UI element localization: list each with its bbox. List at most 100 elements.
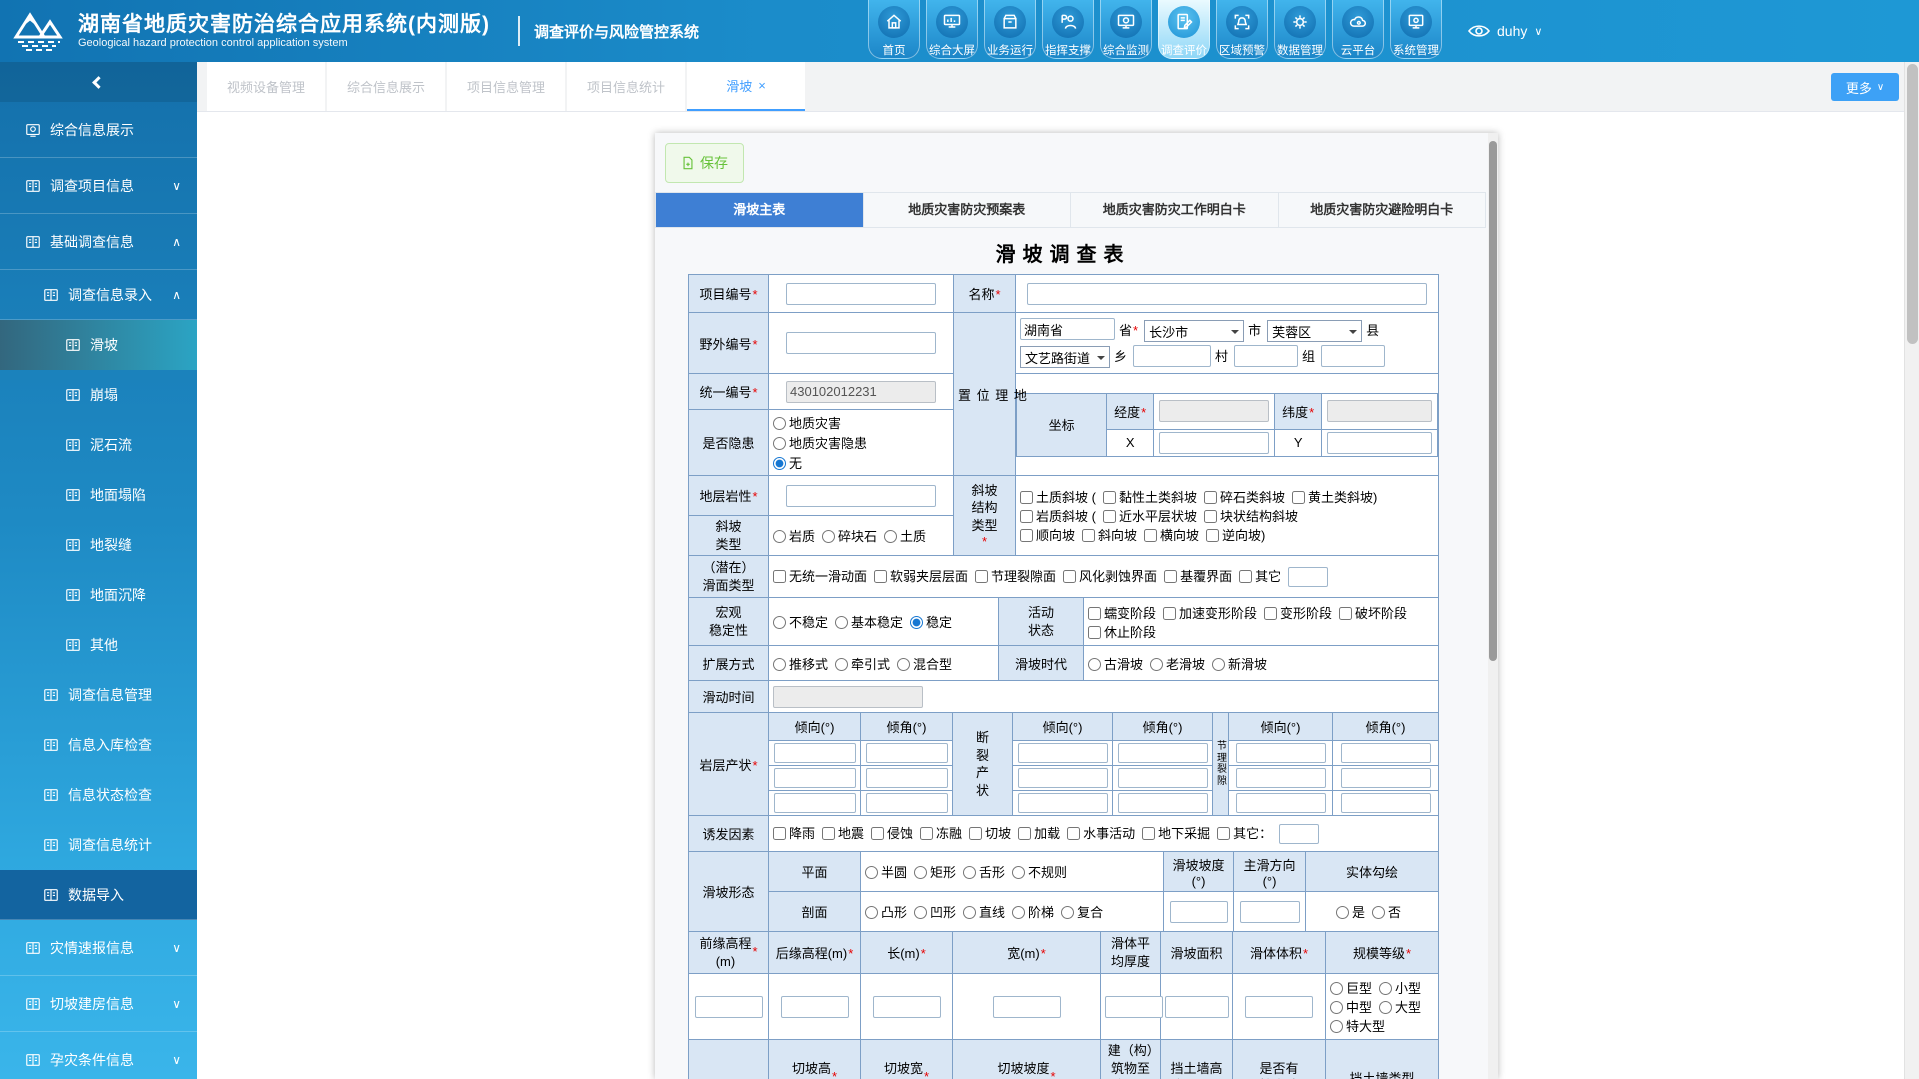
tab-info-display[interactable]: 综合信息展示 [327,62,445,111]
fault-dip-dir-input[interactable] [1018,743,1108,763]
nav-item-big-screen[interactable]: 综合大屏 [926,0,978,59]
rock-dip-dir-input[interactable] [774,768,856,788]
thickness-input[interactable] [1105,996,1163,1018]
nav-item-survey-active[interactable]: 调查评价 [1158,0,1210,59]
main-direction-input[interactable] [1240,901,1300,923]
radio-option[interactable]: 土质 [884,526,926,545]
sidebar-item-ground-fissure[interactable]: 地裂缝 [0,520,197,570]
checkbox-option[interactable]: 土质斜坡 ( [1020,487,1096,506]
sidebar-item-survey-manage[interactable]: 调查信息管理 [0,670,197,720]
checkbox-option[interactable]: 加速变形阶段 [1163,603,1257,622]
page-scrollbar[interactable] [1904,62,1919,1079]
radio-option[interactable]: 是 [1336,902,1365,921]
checkbox-option[interactable]: 水事活动 [1067,823,1135,842]
checkbox-option[interactable]: 侵蚀 [871,823,913,842]
city-select[interactable]: 长沙市 [1144,320,1244,342]
radio-option[interactable]: 基本稳定 [835,612,903,631]
sidebar-item-hazard-condition[interactable]: 孕灾条件信息 ∨ [0,1032,197,1079]
field-no-input[interactable] [786,332,936,354]
sidebar-item-basic-survey[interactable]: 基础调查信息 ∧ [0,214,197,270]
scrollbar-thumb[interactable] [1907,64,1918,344]
scrollbar-thumb[interactable] [1489,141,1497,661]
nav-item-system[interactable]: 系统管理 [1390,0,1442,59]
radio-option[interactable]: 否 [1372,902,1401,921]
radio-option[interactable]: 稳定 [910,612,952,631]
radio-option[interactable]: 特大型 [1330,1016,1385,1035]
checkbox-option[interactable]: 节理裂隙面 [975,566,1056,585]
sidebar-item-ground-collapse[interactable]: 地面塌陷 [0,470,197,520]
county-select[interactable]: 芙蓉区 [1267,320,1362,342]
checkbox-option[interactable]: 岩质斜坡 ( [1020,506,1096,525]
checkbox-option[interactable]: 其它 [1239,566,1281,585]
user-menu[interactable]: duhy ∨ [1468,0,1542,62]
radio-option[interactable]: 无 [773,453,949,472]
joint-dip-dir-input[interactable] [1236,793,1326,813]
tab-landslide-active[interactable]: 滑坡 × [687,62,805,111]
province-input[interactable] [1020,318,1115,340]
tab-project-manage[interactable]: 项目信息管理 [447,62,565,111]
nav-item-command[interactable]: 指挥支撑 [1042,0,1094,59]
slope-degree-input[interactable] [1170,901,1228,923]
radio-option[interactable]: 古滑坡 [1088,654,1143,673]
checkbox-option[interactable]: 加载 [1018,823,1060,842]
nav-item-monitor[interactable]: 综合监测 [1100,0,1152,59]
checkbox-option[interactable]: 地震 [822,823,864,842]
tab-video-device[interactable]: 视频设备管理 [207,62,325,111]
nav-item-home[interactable]: 首页 [868,0,920,59]
nav-item-cloud[interactable]: 云平台 [1332,0,1384,59]
sidebar-item-collapse-hazard[interactable]: 崩塌 [0,370,197,420]
fault-dip-dir-input[interactable] [1018,793,1108,813]
radio-option[interactable]: 地质灾害 [773,413,949,432]
radio-option[interactable]: 推移式 [773,654,828,673]
checkbox-option[interactable]: 无统一滑动面 [773,566,867,585]
radio-option[interactable]: 阶梯 [1012,902,1054,921]
fault-dip-ang-input[interactable] [1118,793,1208,813]
form-tab-main[interactable]: 滑坡主表 [655,193,864,227]
radio-option[interactable]: 舌形 [963,862,1005,881]
checkbox-option[interactable]: 其它： [1217,823,1272,842]
checkbox-option[interactable]: 蠕变阶段 [1088,603,1156,622]
form-tab-work-card[interactable]: 地质灾害防灾工作明白卡 [1071,193,1279,227]
sidebar-item-status-check[interactable]: 信息状态检查 [0,770,197,820]
joint-dip-ang-input[interactable] [1341,743,1431,763]
rock-dip-dir-input[interactable] [774,793,856,813]
checkbox-option[interactable]: 黏性土类斜坡 [1103,487,1197,506]
group2-input[interactable] [1321,345,1385,367]
volume-input[interactable] [1245,996,1313,1018]
tab-project-stats[interactable]: 项目信息统计 [567,62,685,111]
checkbox-option[interactable]: 横向坡 [1144,525,1199,544]
sidebar-item-other[interactable]: 其他 [0,620,197,670]
sidebar-collapse-button[interactable] [0,62,197,102]
checkbox-option[interactable]: 地下采掘 [1142,823,1210,842]
length-input[interactable] [873,996,941,1018]
sidebar-item-slope-housing[interactable]: 切坡建房信息 ∨ [0,976,197,1032]
checkbox-option[interactable]: 顺向坡 [1020,525,1075,544]
checkbox-option[interactable]: 斜向坡 [1082,525,1137,544]
radio-option[interactable]: 矩形 [914,862,956,881]
radio-option[interactable]: 凸形 [865,902,907,921]
sidebar-item-data-import[interactable]: 数据导入 [0,870,197,920]
checkbox-option[interactable]: 黄土类斜坡) [1292,487,1377,506]
rock-dip-ang-input[interactable] [866,768,948,788]
nav-item-region-warning[interactable]: 区域预警 [1216,0,1268,59]
rock-dip-ang-input[interactable] [866,793,948,813]
sidebar-item-project-info[interactable]: 调查项目信息 ∨ [0,158,197,214]
checkbox-option[interactable]: 逆向坡) [1206,525,1265,544]
checkbox-option[interactable]: 碎石类斜坡 [1204,487,1285,506]
checkbox-option[interactable]: 基覆界面 [1164,566,1232,585]
rock-dip-dir-input[interactable] [774,743,856,763]
radio-option[interactable]: 新滑坡 [1212,654,1267,673]
fault-dip-ang-input[interactable] [1118,743,1208,763]
radio-option[interactable]: 岩质 [773,526,815,545]
group-input[interactable] [1234,345,1298,367]
village-input[interactable] [1133,345,1211,367]
width-input[interactable] [993,996,1061,1018]
sidebar-item-subsidence[interactable]: 地面沉降 [0,570,197,620]
form-scrollbar[interactable] [1488,133,1498,1079]
close-icon[interactable]: × [758,78,766,93]
strata-input[interactable] [786,485,936,507]
radio-option[interactable]: 复合 [1061,902,1103,921]
checkbox-option[interactable]: 风化剥蚀界面 [1063,566,1157,585]
radio-option[interactable]: 牵引式 [835,654,890,673]
checkbox-option[interactable]: 软弱夹层层面 [874,566,968,585]
